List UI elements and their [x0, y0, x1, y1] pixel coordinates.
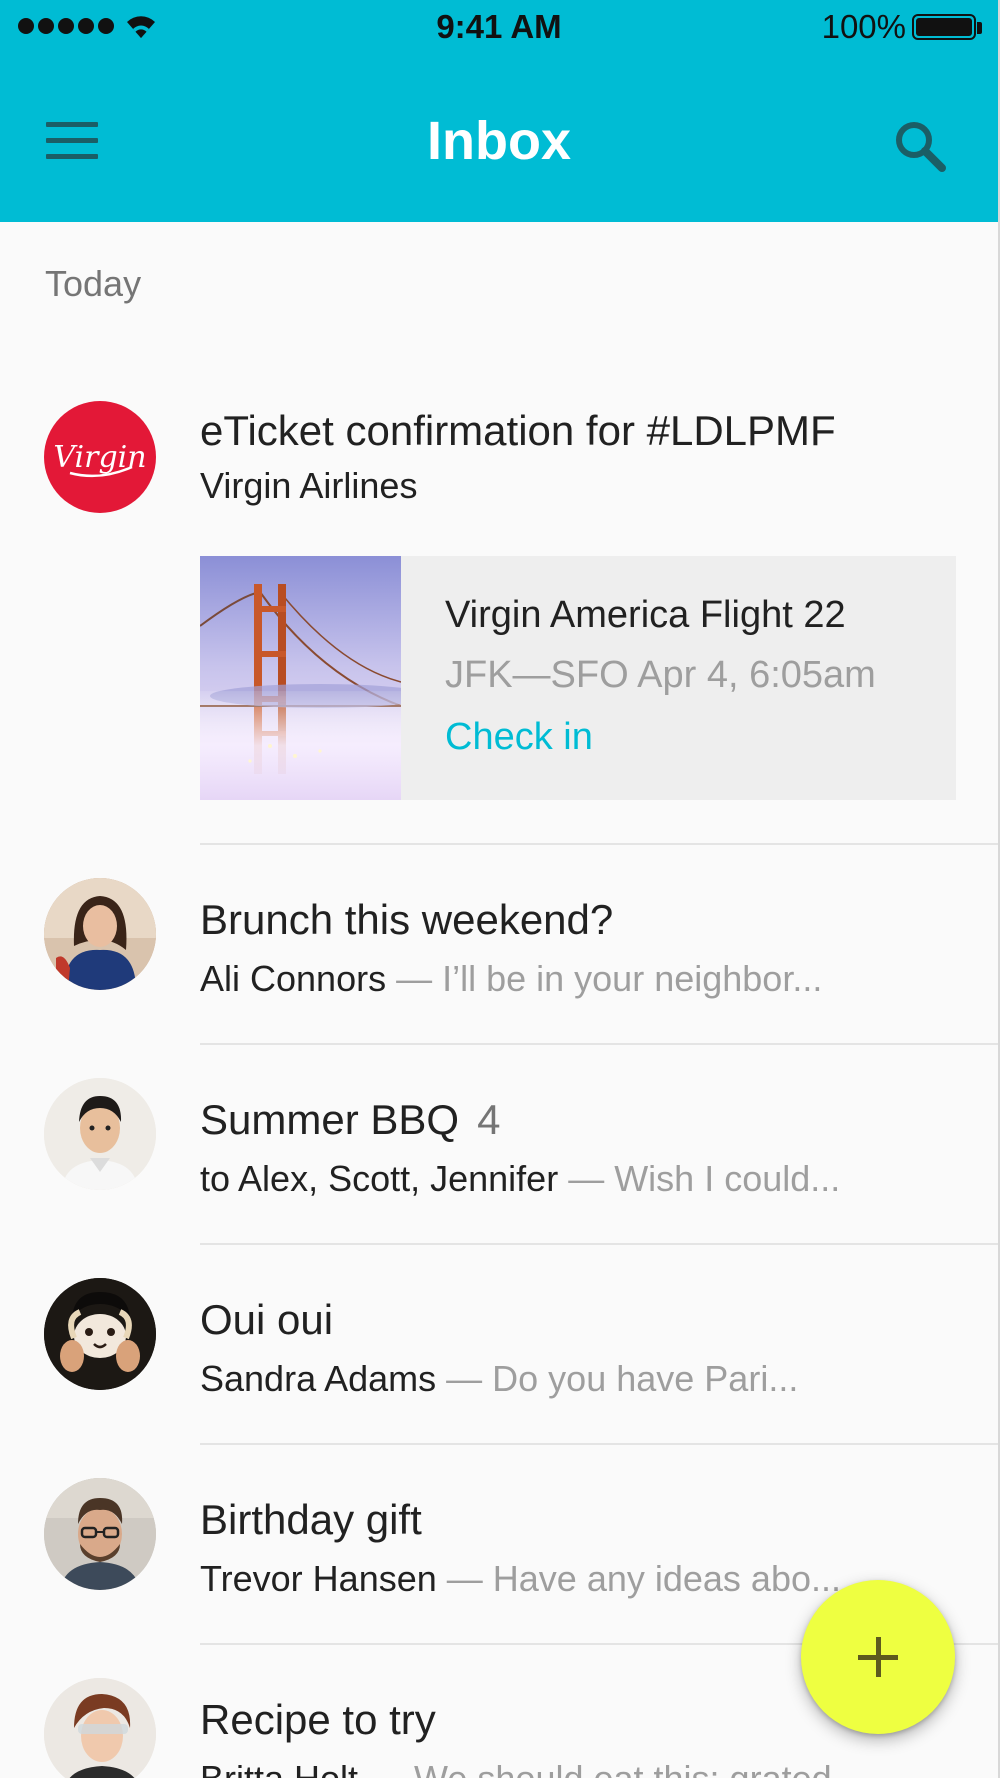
- message-subject: Birthday gift: [200, 1496, 422, 1543]
- avatar: [44, 878, 156, 990]
- message-item[interactable]: Oui oui Sandra Adams — Do you have Pari.…: [0, 1278, 998, 1438]
- message-sender-line: Britta Holt — We should eat this: grated: [200, 1758, 960, 1778]
- compose-fab-button[interactable]: [801, 1580, 955, 1734]
- message-subject: Recipe to try: [200, 1696, 436, 1743]
- message-item[interactable]: Virgin eTicket confirmation for #LDLPMF …: [0, 395, 998, 843]
- message-sender: Trevor Hansen: [200, 1558, 437, 1599]
- message-item[interactable]: Brunch this weekend? Ali Connors — I’ll …: [0, 878, 998, 1038]
- plus-icon: [858, 1637, 898, 1677]
- message-sender: Britta Holt: [200, 1758, 358, 1778]
- message-sender-line: to Alex, Scott, Jennifer — Wish I could.…: [200, 1158, 960, 1200]
- status-bar: 9:41 AM 100%: [0, 0, 998, 58]
- inbox-screen: 9:41 AM 100% Inbox Today Virgin eTicket …: [0, 0, 1000, 1778]
- svg-text:Virgin: Virgin: [53, 440, 146, 475]
- golden-gate-bridge-photo: [200, 556, 401, 800]
- avatar: [44, 1278, 156, 1390]
- message-sender: Virgin Airlines: [200, 465, 418, 506]
- message-sender: Ali Connors: [200, 958, 387, 999]
- battery-nub: [977, 22, 982, 34]
- virgin-logo: Virgin: [44, 401, 156, 513]
- message-sender-line: Sandra Adams — Do you have Pari...: [200, 1358, 960, 1400]
- message-snippet: — We should eat this: grated: [358, 1758, 832, 1778]
- message-subject: Summer BBQ 4: [200, 1096, 500, 1144]
- message-snippet: — Have any ideas abo...: [436, 1558, 841, 1599]
- message-subject: Oui oui: [200, 1296, 334, 1343]
- battery-percentage: 100%: [821, 8, 906, 45]
- message-item[interactable]: Summer BBQ 4 to Alex, Scott, Jennifer — W…: [0, 1078, 998, 1238]
- message-subject: eTicket confirmation for #LDLPMF: [200, 407, 836, 454]
- flight-card[interactable]: Virgin America Flight 22 JFK—SFO Apr 4, …: [200, 556, 956, 800]
- divider: [200, 1043, 1000, 1045]
- message-sender: Sandra Adams: [200, 1358, 437, 1399]
- app-bar: 9:41 AM 100% Inbox: [0, 0, 998, 222]
- divider: [200, 1243, 1000, 1245]
- thread-count-badge: 4: [477, 1096, 501, 1143]
- message-snippet: — Wish I could...: [558, 1158, 841, 1199]
- avatar: [44, 1678, 156, 1778]
- section-header-today: Today: [45, 263, 142, 304]
- message-sender-line: Ali Connors — I’ll be in your neighbor..…: [200, 958, 960, 1000]
- message-snippet: — I’ll be in your neighbor...: [386, 958, 823, 999]
- message-recipients: to Alex, Scott, Jennifer: [200, 1158, 559, 1199]
- message-subject-text: Summer BBQ: [200, 1096, 460, 1143]
- check-in-button[interactable]: Check in: [445, 716, 593, 759]
- flight-route: JFK—SFO Apr 4, 6:05am: [445, 654, 876, 696]
- page-title: Inbox: [427, 111, 571, 171]
- avatar: [44, 1078, 156, 1190]
- divider: [200, 1443, 1000, 1445]
- divider: [200, 843, 1000, 845]
- message-snippet: — Do you have Pari...: [436, 1358, 799, 1399]
- search-icon[interactable]: [892, 118, 950, 176]
- message-subject: Brunch this weekend?: [200, 896, 614, 943]
- avatar: [44, 1478, 156, 1590]
- battery-icon: [912, 14, 976, 40]
- flight-title: Virgin America Flight 22: [445, 594, 846, 636]
- message-sender-line: Virgin Airlines: [200, 465, 960, 507]
